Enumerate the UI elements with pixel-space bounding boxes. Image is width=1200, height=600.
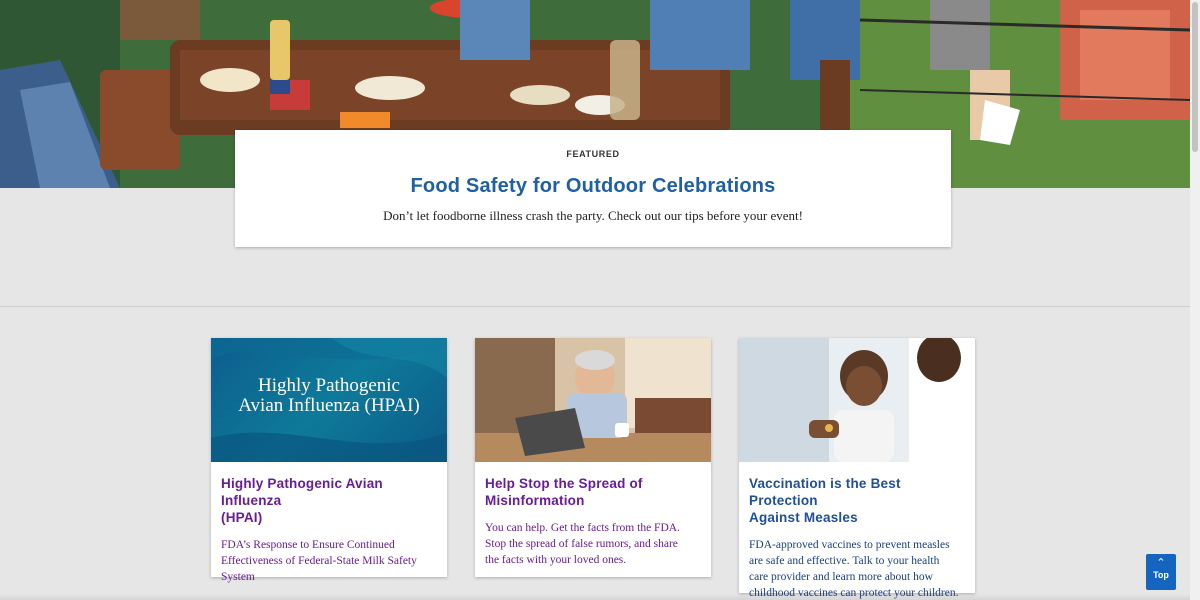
card-title-line: Help Stop the Spread of: [485, 476, 643, 491]
card-desc-line: the facts with your loved ones.: [485, 554, 627, 566]
scrollbar-thumb[interactable]: [1192, 2, 1198, 152]
hpai-banner-image: Highly Pathogenic Avian Influenza (HPAI): [211, 338, 447, 462]
card-desc-line: Stop the spread of false rumors, and sha…: [485, 538, 678, 550]
featured-card[interactable]: FEATURED Food Safety for Outdoor Celebra…: [235, 130, 951, 247]
hpai-banner-line: Highly Pathogenic: [258, 375, 400, 396]
card-title-link[interactable]: Help Stop the Spread of Misinformation: [475, 462, 711, 509]
card-title-link[interactable]: Highly Pathogenic Avian Influenza (HPAI): [211, 462, 447, 526]
card-title-line: Vaccination is the Best Protection: [749, 476, 901, 508]
card-desc-line: FDA’s Response to Ensure Continued: [221, 539, 395, 551]
card-title-line: Highly Pathogenic Avian Influenza: [221, 476, 383, 508]
card-desc-line: care provider and learn more about how: [749, 571, 933, 583]
chevron-up-icon: ⌃: [1156, 557, 1166, 569]
back-to-top-label: Top: [1153, 570, 1169, 580]
featured-description: Don’t let foodborne illness crash the pa…: [383, 208, 803, 223]
card-title-line: Misinformation: [485, 493, 585, 508]
photo-child-vaccination: [739, 338, 975, 462]
card-desc-line: System: [221, 571, 255, 583]
photo-man-laptop: [475, 338, 711, 462]
vertical-scrollbar[interactable]: [1190, 0, 1200, 600]
hpai-banner-line: Avian Influenza (HPAI): [238, 395, 420, 416]
card-desc-line: You can help. Get the facts from the FDA…: [485, 522, 680, 534]
card-description: FDA’s Response to Ensure Continued Effec…: [211, 526, 447, 595]
page-bottom-shadow: [0, 594, 1190, 600]
back-to-top-button[interactable]: ⌃ Top: [1146, 554, 1176, 590]
card-description: FDA-approved vaccines to prevent measles…: [739, 526, 975, 600]
featured-title-link[interactable]: Food Safety for Outdoor Celebrations: [235, 175, 951, 198]
child-vaccination-image: [739, 338, 975, 462]
card-measles[interactable]: Vaccination is the Best Protection Again…: [739, 338, 975, 599]
hpai-banner-text: Highly Pathogenic Avian Influenza (HPAI): [211, 376, 447, 416]
card-desc-line: Effectiveness of Federal-State Milk Safe…: [221, 555, 417, 567]
card-title-line: (HPAI): [221, 510, 263, 525]
card-title-line: Against Measles: [749, 510, 858, 525]
featured-eyebrow: FEATURED: [566, 149, 620, 159]
card-desc-line: are safe and effective. Talk to your hea…: [749, 555, 940, 567]
man-at-laptop-image: [475, 338, 711, 462]
card-hpai[interactable]: Highly Pathogenic Avian Influenza (HPAI)…: [211, 338, 447, 583]
card-description: You can help. Get the facts from the FDA…: [475, 509, 711, 578]
card-desc-line: FDA-approved vaccines to prevent measles: [749, 539, 950, 551]
card-misinformation[interactable]: Help Stop the Spread of Misinformation Y…: [475, 338, 711, 577]
section-divider: [0, 306, 1190, 307]
card-title-link[interactable]: Vaccination is the Best Protection Again…: [739, 462, 975, 526]
